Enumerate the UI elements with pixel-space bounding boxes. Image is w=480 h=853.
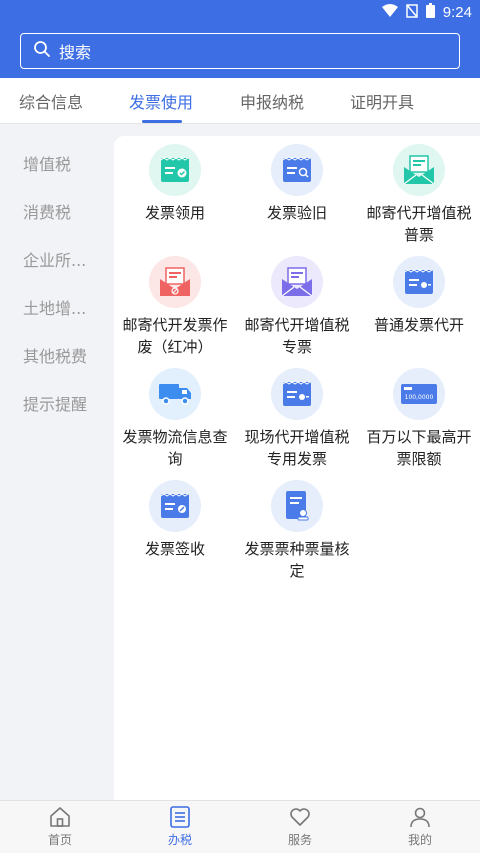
grid-item-logistics-query[interactable]: 发票物流信息查询 bbox=[114, 368, 236, 470]
grid-item-invoice-type-approval[interactable]: 发票票种票量核定 bbox=[236, 480, 358, 582]
nav-tax[interactable]: 办税 bbox=[120, 805, 240, 848]
user-icon bbox=[360, 805, 480, 829]
tab-certificate[interactable]: 证明开具 bbox=[350, 89, 414, 113]
grid-item-million-limit[interactable]: 100,0000 百万以下最高开票限额 bbox=[358, 368, 480, 470]
nav-mine-label: 我的 bbox=[407, 833, 432, 847]
category-tabs: 综合信息 发票使用 申报纳税 证明开具 bbox=[0, 78, 480, 124]
tax-type-sidebar: 增值税 消费税 企业所... 土地增... 其他税费 提示提醒 bbox=[0, 124, 112, 800]
grid-item-invoice-receive[interactable]: 发票领用 bbox=[114, 144, 236, 224]
grid-item-label: 发票票种票量核定 bbox=[244, 540, 350, 580]
grid-item-mail-vat-special[interactable]: 邮寄代开增值税专票 bbox=[236, 256, 358, 358]
nav-service[interactable]: 服务 bbox=[240, 805, 360, 848]
search-input[interactable]: 搜索 bbox=[20, 33, 460, 69]
grid-item-label: 邮寄代开增值税专票 bbox=[244, 316, 350, 356]
grid-item-label: 发票签收 bbox=[144, 540, 205, 558]
search-icon bbox=[33, 40, 51, 62]
onsite-invoice-icon bbox=[271, 368, 323, 420]
amount-limit-icon: 100,0000 bbox=[393, 368, 445, 420]
sidebar-item-vat[interactable]: 增值税 bbox=[23, 151, 103, 175]
wifi-icon bbox=[381, 3, 398, 22]
mail-special-invoice-icon bbox=[271, 256, 323, 308]
grid-item-label: 发票物流信息查询 bbox=[122, 428, 228, 468]
grid-item-invoice-verify[interactable]: 发票验旧 bbox=[236, 144, 358, 224]
nav-home-label: 首页 bbox=[47, 833, 72, 847]
sidebar-item-enterprise-tax[interactable]: 企业所... bbox=[23, 247, 103, 271]
tab-comprehensive-info[interactable]: 综合信息 bbox=[19, 89, 83, 113]
tab-invoice-use[interactable]: 发票使用 bbox=[129, 89, 193, 113]
grid-item-normal-invoice-issue[interactable]: 普通发票代开 bbox=[358, 256, 480, 336]
grid-item-label: 邮寄代开增值税普票 bbox=[366, 204, 472, 244]
sidebar-item-consumption-tax[interactable]: 消费税 bbox=[23, 199, 103, 223]
home-icon bbox=[0, 805, 120, 829]
bottom-navigation: 首页 办税 服务 我的 bbox=[0, 800, 480, 853]
truck-icon bbox=[149, 368, 201, 420]
grid-item-label: 现场代开增值税专用发票 bbox=[244, 428, 350, 468]
no-signal-icon bbox=[406, 3, 418, 22]
invoice-issue-icon bbox=[393, 256, 445, 308]
search-label: 搜索 bbox=[59, 43, 92, 62]
sidebar-item-reminders[interactable]: 提示提醒 bbox=[23, 391, 103, 415]
mail-void-icon bbox=[149, 256, 201, 308]
invoice-check-icon bbox=[149, 144, 201, 196]
grid-item-onsite-vat-special[interactable]: 现场代开增值税专用发票 bbox=[236, 368, 358, 470]
status-time: 9:24 bbox=[442, 4, 472, 21]
grid-item-label: 普通发票代开 bbox=[373, 316, 464, 334]
sidebar-item-other-taxes[interactable]: 其他税费 bbox=[23, 343, 103, 367]
nav-service-label: 服务 bbox=[287, 833, 312, 847]
grid-item-label: 百万以下最高开票限额 bbox=[366, 428, 472, 468]
grid-item-invoice-sign[interactable]: 发票签收 bbox=[114, 480, 236, 560]
heart-icon bbox=[240, 805, 360, 829]
amount-text: 100,0000 bbox=[405, 394, 434, 401]
invoice-search-icon bbox=[271, 144, 323, 196]
search-header: 搜索 bbox=[0, 24, 480, 78]
document-approve-icon bbox=[271, 480, 323, 532]
mail-invoice-icon bbox=[393, 144, 445, 196]
sidebar-item-land-tax[interactable]: 土地增... bbox=[23, 295, 103, 319]
status-bar: 9:24 bbox=[0, 0, 480, 24]
grid-item-mail-vat-normal[interactable]: 邮寄代开增值税普票 bbox=[358, 144, 480, 246]
nav-home[interactable]: 首页 bbox=[0, 805, 120, 848]
grid-item-mail-void[interactable]: 邮寄代开发票作废（红冲） bbox=[114, 256, 236, 358]
invoice-sign-icon bbox=[149, 480, 201, 532]
battery-icon bbox=[425, 3, 435, 22]
grid-item-label: 邮寄代开发票作废（红冲） bbox=[122, 316, 228, 356]
grid-item-label: 发票验旧 bbox=[266, 204, 327, 222]
tab-tax-filing[interactable]: 申报纳税 bbox=[240, 89, 304, 113]
list-icon bbox=[120, 805, 240, 829]
nav-tax-label: 办税 bbox=[167, 833, 192, 847]
grid-item-label: 发票领用 bbox=[144, 204, 205, 222]
nav-mine[interactable]: 我的 bbox=[360, 805, 480, 848]
active-tab-indicator bbox=[142, 120, 182, 123]
service-grid: 发票领用 发票验旧 邮寄代开增值税普票 邮寄代开发票作废（红冲） 邮寄代开增值税… bbox=[114, 136, 480, 800]
